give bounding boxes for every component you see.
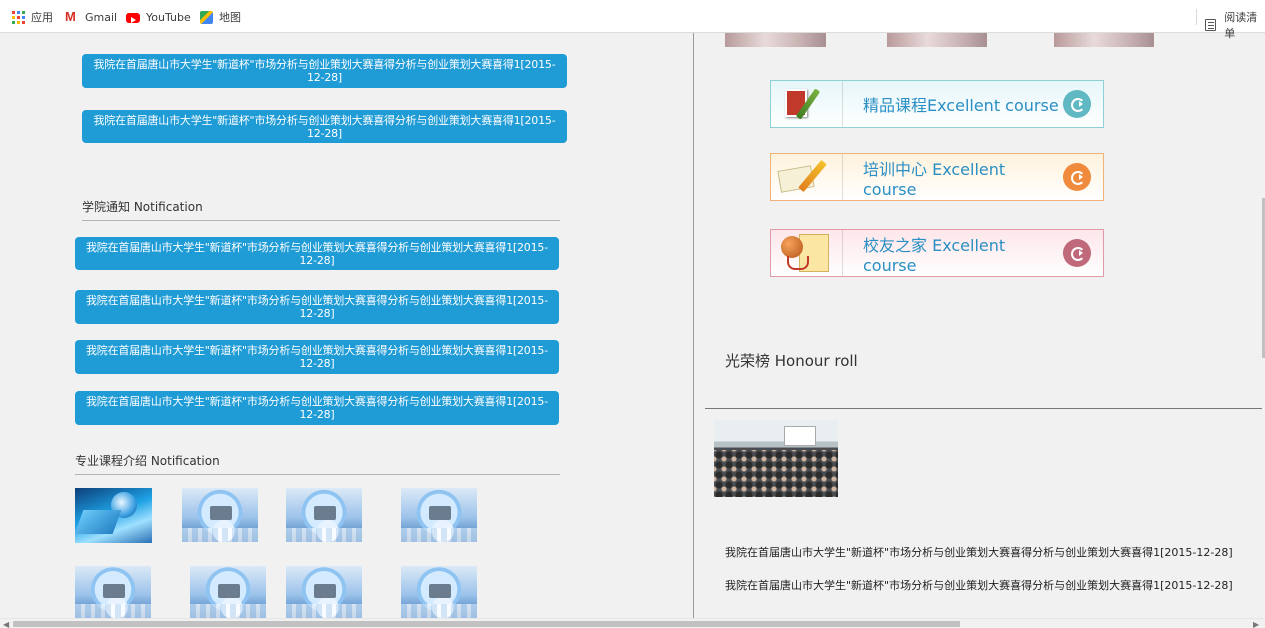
bookmark-label: YouTube xyxy=(146,10,191,24)
bookmark-apps[interactable]: 应用 xyxy=(12,9,53,25)
course-thumbnail[interactable] xyxy=(401,488,477,542)
refresh-arrow-icon xyxy=(1063,90,1091,118)
alumni-home-button[interactable]: 校友之家 Excellent course xyxy=(770,229,1104,277)
course-button-label: 精品课程Excellent course xyxy=(863,96,1059,115)
bookmark-youtube[interactable]: YouTube xyxy=(126,9,191,25)
horizontal-scroll-thumb[interactable] xyxy=(13,621,960,627)
news-link-button[interactable]: 我院在首届唐山市大学生"新道杯"市场分析与创业策划大赛喜得分析与创业策划大赛喜得… xyxy=(82,110,567,143)
course-thumbnail[interactable] xyxy=(286,566,362,618)
course-thumbnail[interactable] xyxy=(75,488,152,543)
apps-grid-icon xyxy=(12,10,25,24)
column-divider xyxy=(693,33,694,618)
course-intro-section-title: 专业课程介绍 Notification xyxy=(75,454,220,468)
section-divider xyxy=(705,408,1262,409)
honour-photo[interactable] xyxy=(714,420,838,497)
photo-thumbnail[interactable] xyxy=(887,33,987,47)
reading-list-icon xyxy=(1205,19,1217,31)
gmail-icon: M xyxy=(65,9,76,24)
notification-link-button[interactable]: 我院在首届唐山市大学生"新道杯"市场分析与创业策划大赛喜得分析与创业策划大赛喜得… xyxy=(75,391,559,425)
honour-roll-title: 光荣榜 Honour roll xyxy=(725,352,858,370)
section-divider xyxy=(75,474,560,475)
course-button-label: 校友之家 Excellent course xyxy=(863,235,1006,275)
pencil-paper-icon xyxy=(771,154,843,200)
excellent-course-button[interactable]: 精品课程Excellent course xyxy=(770,80,1104,128)
course-thumbnail[interactable] xyxy=(286,488,362,542)
section-divider xyxy=(82,220,560,221)
training-center-button[interactable]: 培训中心 Excellent course xyxy=(770,153,1104,201)
news-link-button[interactable]: 我院在首届唐山市大学生"新道杯"市场分析与创业策划大赛喜得分析与创业策划大赛喜得… xyxy=(82,54,567,88)
books-icon xyxy=(771,81,843,127)
photo-thumbnail[interactable] xyxy=(725,33,826,47)
bookmark-label: 应用 xyxy=(31,11,53,24)
course-thumbnail[interactable] xyxy=(190,566,266,618)
course-thumbnail[interactable] xyxy=(182,488,258,542)
bookmark-gmail[interactable]: M Gmail xyxy=(65,9,117,25)
maps-icon xyxy=(200,10,213,24)
refresh-arrow-icon xyxy=(1063,239,1091,267)
notification-section-title: 学院通知 Notification xyxy=(82,200,203,214)
photo-thumbnail[interactable] xyxy=(1054,33,1154,47)
horizontal-scrollbar[interactable]: ◀ ▶ xyxy=(0,618,1265,628)
bookmark-label: Gmail xyxy=(85,10,118,24)
youtube-icon xyxy=(126,13,140,23)
course-button-label: 培训中心 Excellent course xyxy=(863,159,1006,199)
honour-news-link[interactable]: 我院在首届唐山市大学生"新道杯"市场分析与创业策划大赛喜得分析与创业策划大赛喜得… xyxy=(725,544,1233,560)
course-thumbnail[interactable] xyxy=(401,566,477,618)
notification-link-button[interactable]: 我院在首届唐山市大学生"新道杯"市场分析与创业策划大赛喜得分析与创业策划大赛喜得… xyxy=(75,290,559,324)
scroll-left-arrow-icon[interactable]: ◀ xyxy=(3,620,9,628)
bookmarks-divider xyxy=(1196,9,1197,25)
bookmarks-bar: 应用 M Gmail YouTube 地图 阅读清单 xyxy=(0,0,1265,40)
course-thumbnail[interactable] xyxy=(75,566,151,618)
reading-list-label: 阅读清单 xyxy=(1224,11,1258,40)
scroll-right-arrow-icon[interactable]: ▶ xyxy=(1253,620,1259,628)
bookmark-maps[interactable]: 地图 xyxy=(200,9,241,25)
reading-list-button[interactable]: 阅读清单 xyxy=(1205,9,1265,41)
refresh-arrow-icon xyxy=(1063,163,1091,191)
bookmark-label: 地图 xyxy=(219,11,241,24)
basketball-icon xyxy=(771,230,843,276)
notification-link-button[interactable]: 我院在首届唐山市大学生"新道杯"市场分析与创业策划大赛喜得分析与创业策划大赛喜得… xyxy=(75,237,559,270)
notification-link-button[interactable]: 我院在首届唐山市大学生"新道杯"市场分析与创业策划大赛喜得分析与创业策划大赛喜得… xyxy=(75,340,559,374)
honour-news-link[interactable]: 我院在首届唐山市大学生"新道杯"市场分析与创业策划大赛喜得分析与创业策划大赛喜得… xyxy=(725,577,1233,593)
